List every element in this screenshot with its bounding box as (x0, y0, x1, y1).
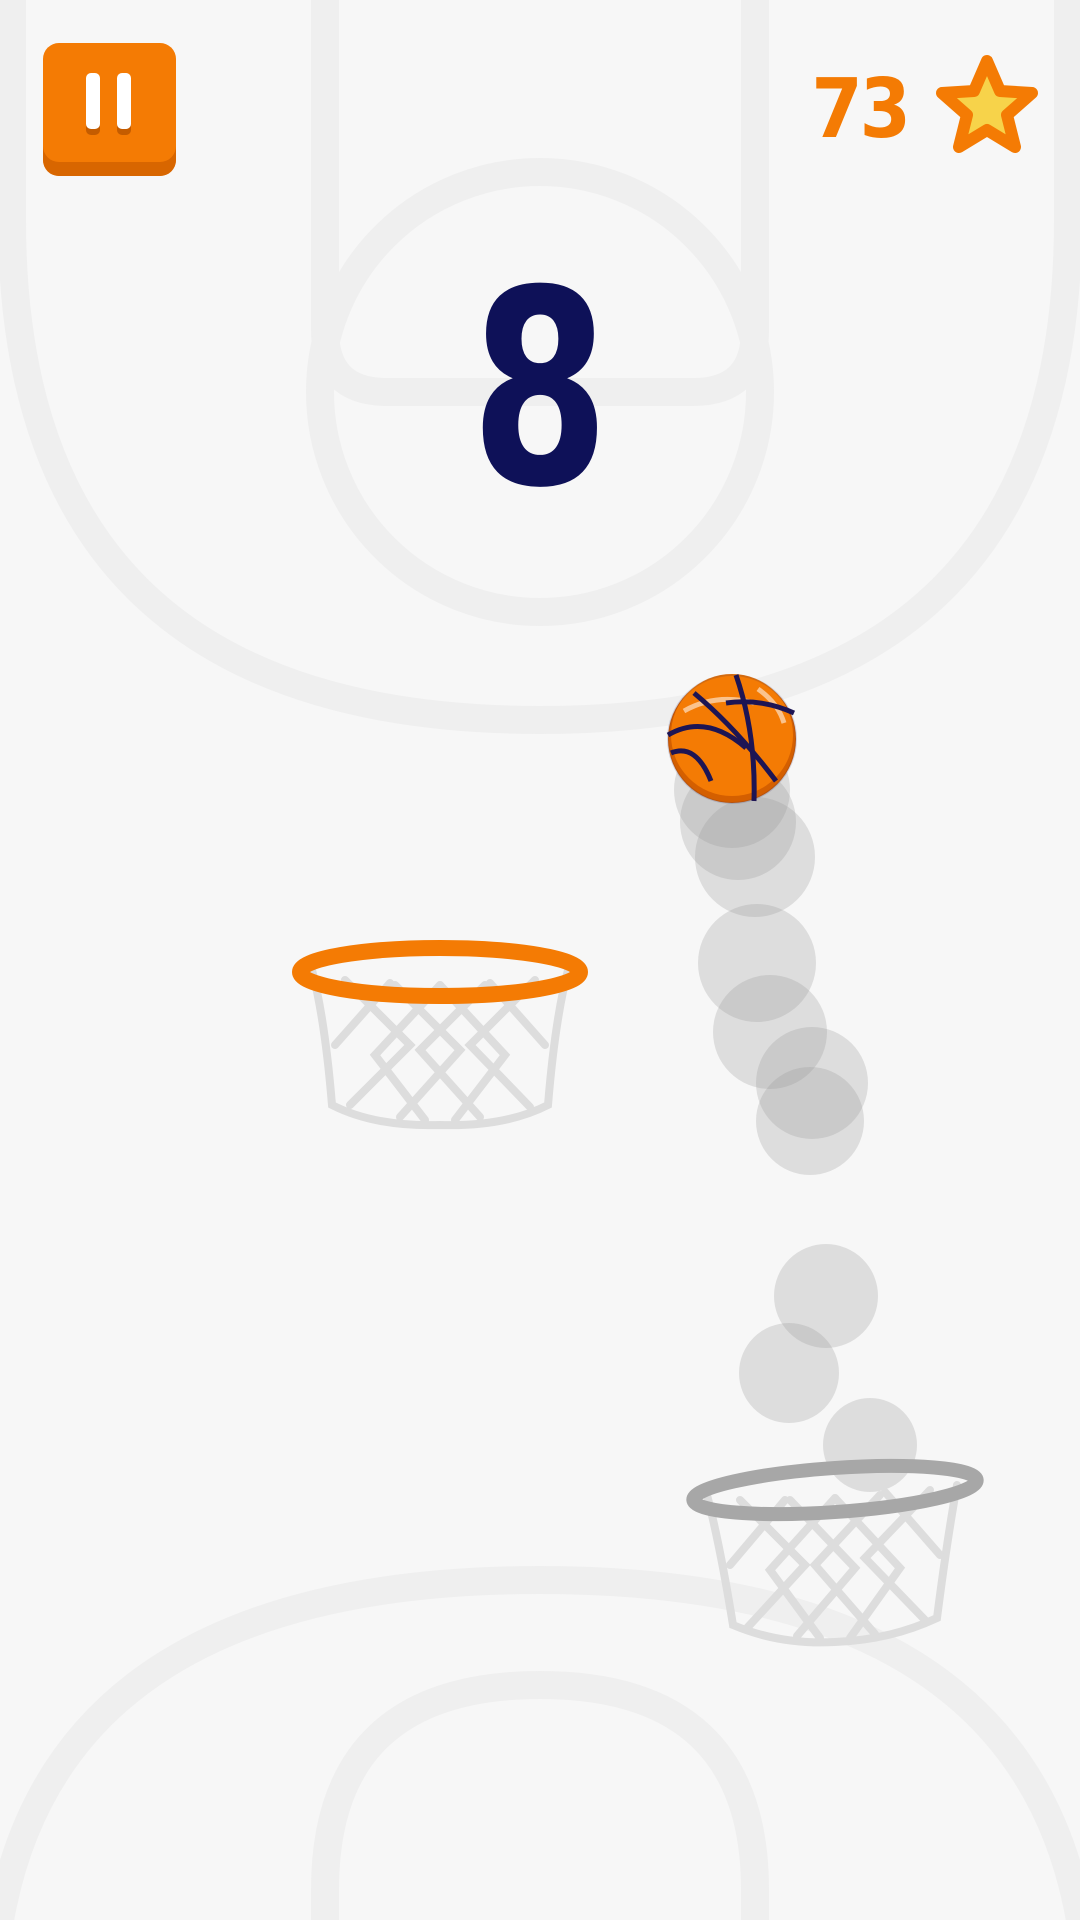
star-count: 73 (811, 62, 911, 157)
rim (292, 940, 588, 1004)
score: 8 (470, 232, 610, 547)
hoop-next (686, 1458, 984, 1647)
hoop-active (292, 940, 588, 1130)
trail-dot (698, 904, 816, 1022)
rim (686, 1458, 984, 1522)
basketball-icon[interactable] (666, 673, 798, 805)
trail-dot (774, 1244, 878, 1348)
star-icon (936, 55, 1038, 153)
pause-button[interactable] (43, 43, 176, 176)
